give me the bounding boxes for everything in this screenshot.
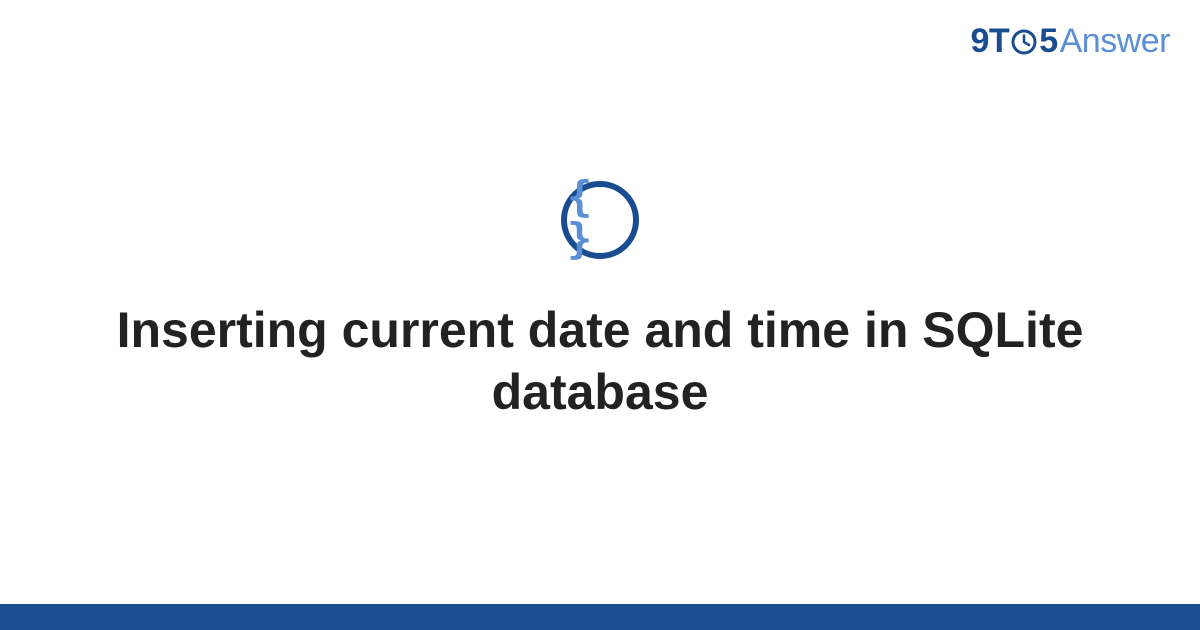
code-braces-icon: { } <box>561 181 639 259</box>
footer-accent-bar <box>0 604 1200 630</box>
main-content: { } Inserting current date and time in S… <box>0 0 1200 604</box>
braces-glyph: { } <box>567 176 633 260</box>
page-title: Inserting current date and time in SQLit… <box>100 299 1100 424</box>
